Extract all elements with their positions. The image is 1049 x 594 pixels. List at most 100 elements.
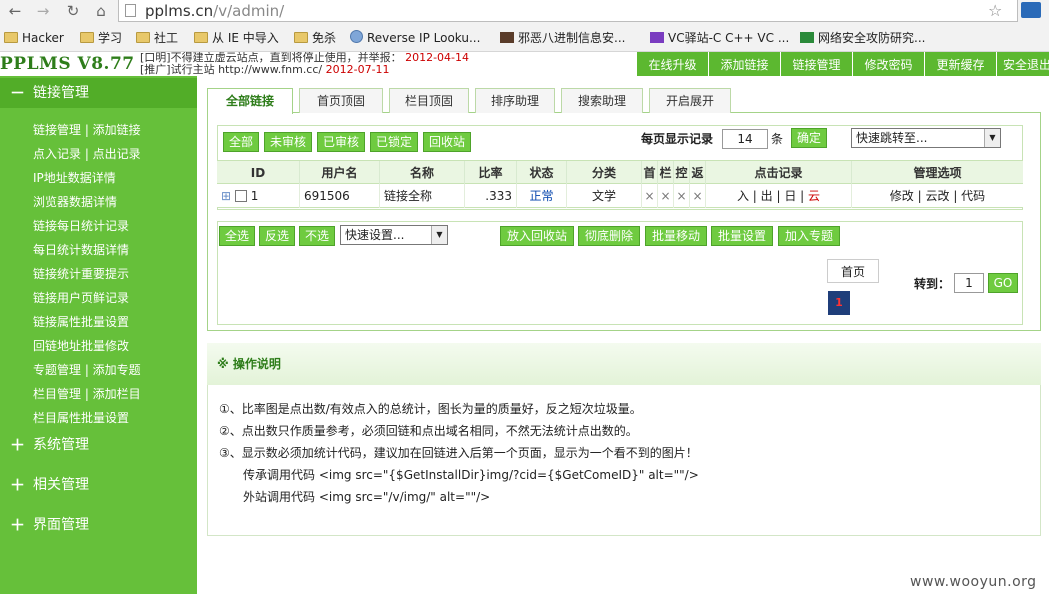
cell-id: ⊞ 1 [217,184,300,208]
click-in-link[interactable]: 入 [737,189,749,203]
go-button[interactable]: GO [988,273,1018,293]
sidebar-item[interactable]: 链接用户页鲜记录 [33,290,129,306]
batch-set-button[interactable]: 批量设置 [711,226,773,246]
col-name[interactable]: 名称 [380,161,465,185]
col-ratio[interactable]: 比率 [465,161,517,185]
sidebar-item[interactable]: 每日统计数据详情 [33,242,129,258]
bookmark-item[interactable]: Reverse IP Looku... [350,29,480,47]
filter-approved-button[interactable]: 已审核 [317,132,365,152]
sidebar-item[interactable]: 链接管理 | 添加链接 [33,122,141,138]
cell-return-flag[interactable]: × [690,184,706,208]
sidebar-item[interactable]: 链接统计重要提示 [33,266,129,282]
batch-move-button[interactable]: 批量移动 [645,226,707,246]
sidebar-section-related[interactable]: ＋ 相关管理 [0,470,197,500]
back-icon[interactable]: ← [2,0,28,22]
ticker-text: [推广]试行主站 http://www.fnm.cc/ [140,63,323,76]
extension-icon[interactable] [1021,2,1041,18]
confirm-button[interactable]: 确定 [791,128,827,148]
col-id[interactable]: ID [217,161,300,185]
filter-recycle-button[interactable]: 回收站 [423,132,471,152]
edit-link[interactable]: 修改 [890,189,914,203]
filter-locked-button[interactable]: 已锁定 [370,132,418,152]
online-upgrade-button[interactable]: 在线升级 [636,52,708,76]
bookmark-item[interactable]: VC驿站-C C++ VC ... [650,29,789,47]
sidebar-item[interactable]: 链接属性批量设置 [33,314,129,330]
tab-home-pinned[interactable]: 首页顶固 [299,88,383,113]
logout-button[interactable]: 安全退出 [996,52,1049,76]
bookmark-item[interactable]: 学习 [80,29,122,47]
invert-select-button[interactable]: 反选 [259,226,295,246]
cell-home-flag[interactable]: × [642,184,658,208]
home-icon[interactable]: ⌂ [88,0,114,22]
pager-first-link[interactable]: 首页 [827,259,879,283]
bookmark-item[interactable]: 社工 [136,29,178,47]
col-column: 栏 [658,161,674,185]
bookmark-item[interactable]: 网络安全攻防研究... [800,29,925,47]
select-none-button[interactable]: 不选 [299,226,335,246]
recycle-button[interactable]: 放入回收站 [500,226,574,246]
goto-input[interactable]: 1 [954,273,984,293]
sidebar-item[interactable]: 回链地址批量修改 [33,338,129,354]
expand-icon[interactable]: ⊞ [221,189,231,203]
add-topic-button[interactable]: 加入专题 [778,226,840,246]
address-bar[interactable]: pplms.cn/v/admin/ [118,0,1018,22]
forward-icon[interactable]: → [30,0,56,22]
sidebar-item[interactable]: 链接每日统计记录 [33,218,129,234]
quick-jump-select[interactable]: 快速跳转至... ▼ [851,128,1001,148]
sidebar-item[interactable]: 专题管理 | 添加专题 [33,362,141,378]
cell-status[interactable]: 正常 [517,184,567,208]
click-cloud-link[interactable]: 云 [808,189,820,203]
row-id: 1 [250,189,259,203]
ticker-line[interactable]: [推广]试行主站 http://www.fnm.cc/ 2012-07-11 [140,64,620,76]
delete-button[interactable]: 彻底删除 [578,226,640,246]
sidebar-item[interactable]: 栏目属性批量设置 [33,410,129,426]
browser-chrome: ← → ↻ ⌂ pplms.cn/v/admin/ ☆ Hacker 学习 社工… [0,0,1049,52]
sidebar-section-interface[interactable]: ＋ 界面管理 [0,510,197,540]
filter-pending-button[interactable]: 未审核 [264,132,312,152]
bookmark-star-icon[interactable]: ☆ [988,0,1002,22]
tab-all-links[interactable]: 全部链接 [207,88,293,114]
cell-name[interactable]: 链接全称 [380,184,465,208]
sidebar-item[interactable]: IP地址数据详情 [33,170,116,186]
sidebar-section-link-manage[interactable]: － 链接管理 [0,78,197,108]
tab-sort-helper[interactable]: 排序助理 [475,88,555,113]
row-checkbox[interactable] [234,190,247,202]
bookmark-item[interactable]: 从 IE 中导入 [194,29,279,47]
bookmark-item[interactable]: 免杀 [294,29,336,47]
goto-label: 转到： [914,277,951,291]
bookmark-item[interactable]: 邪恶八进制信息安... [500,29,625,47]
click-out-link[interactable]: 出 [761,189,773,203]
col-username[interactable]: 用户名 [300,161,380,185]
code-link[interactable]: 代码 [961,189,985,203]
sidebar: － 链接管理 链接管理 | 添加链接 点入记录 | 点出记录 IP地址数据详情 浏… [0,76,197,594]
pager-current-page[interactable]: 1 [828,291,850,315]
add-link-button[interactable]: 添加链接 [708,52,780,76]
tab-search-helper[interactable]: 搜索助理 [561,88,643,113]
cloud-edit-link[interactable]: 云改 [925,189,949,203]
folder-icon [294,32,308,43]
bookmark-item[interactable]: Hacker [4,29,64,47]
cell-click-records: 入 | 出 | 日 | 云 [706,184,852,208]
col-category[interactable]: 分类 [567,161,642,185]
sidebar-item[interactable]: 点入记录 | 点出记录 [33,146,141,162]
click-day-link[interactable]: 日 [784,189,796,203]
tab-column-pinned[interactable]: 栏目顶固 [389,88,469,113]
quick-set-select[interactable]: 快速设置... ▼ [340,225,448,245]
tab-expand[interactable]: 开启展开 [649,88,731,113]
refresh-cache-button[interactable]: 更新缓存 [924,52,996,76]
cell-column-flag[interactable]: × [658,184,674,208]
sidebar-item[interactable]: 栏目管理 | 添加栏目 [33,386,141,402]
bookmark-label: 从 IE 中导入 [212,31,279,45]
expand-icon: ＋ [10,436,26,454]
per-page-input[interactable]: 14 [722,129,768,149]
section-label: 系统管理 [33,437,89,453]
change-password-button[interactable]: 修改密码 [852,52,924,76]
select-all-button[interactable]: 全选 [219,226,255,246]
link-manage-button[interactable]: 链接管理 [780,52,852,76]
reload-icon[interactable]: ↻ [60,0,86,22]
col-status[interactable]: 状态 [517,161,567,185]
sidebar-section-system[interactable]: ＋ 系统管理 [0,430,197,460]
sidebar-item[interactable]: 浏览器数据详情 [33,194,117,210]
filter-all-button[interactable]: 全部 [223,132,259,152]
cell-control-flag[interactable]: × [674,184,690,208]
